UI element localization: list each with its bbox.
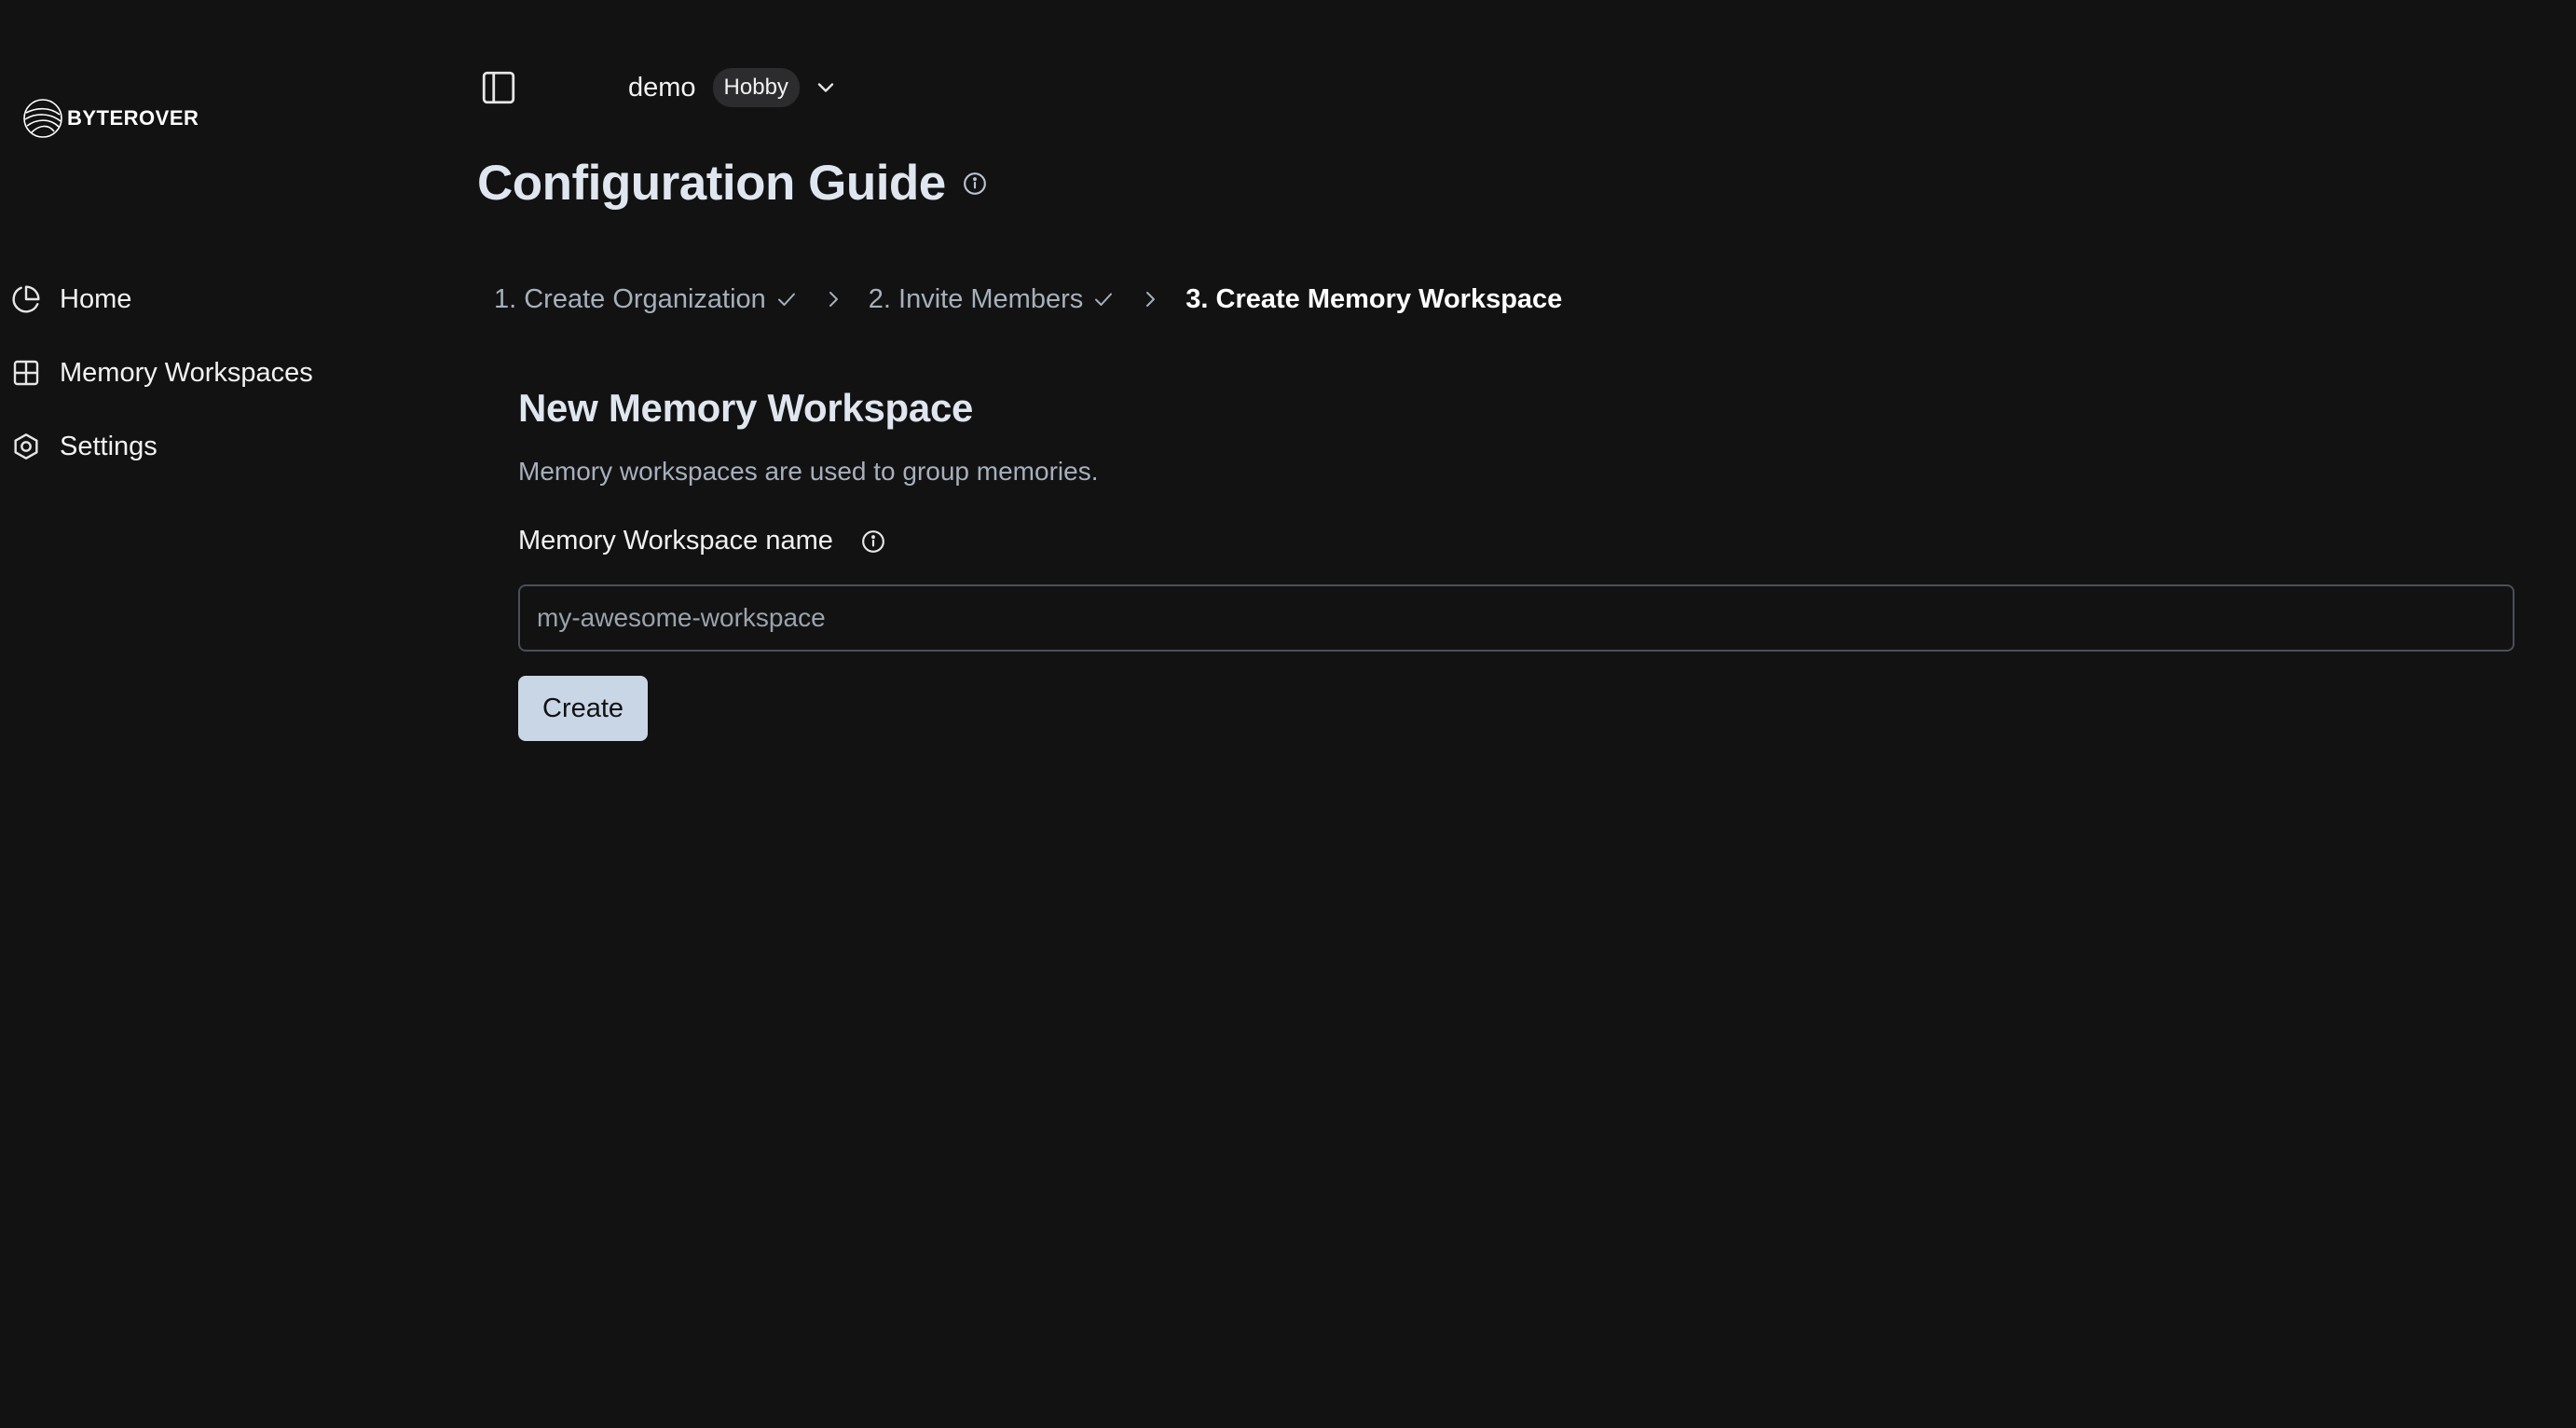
step-label: 2. Invite Members xyxy=(868,283,1084,314)
setup-stepper: 1. Create Organization 2. Invite Members… xyxy=(494,280,1562,319)
pie-chart-icon xyxy=(11,284,41,314)
sidebar-toggle-button[interactable] xyxy=(477,66,520,109)
sidebar-item-memory-workspaces[interactable]: Memory Workspaces xyxy=(11,350,313,396)
sidebar-item-settings[interactable]: Settings xyxy=(11,423,313,470)
info-icon[interactable] xyxy=(963,172,987,196)
page-title-row: Configuration Guide xyxy=(477,155,987,212)
brand-logo[interactable]: BYTEROVER xyxy=(21,96,199,141)
step-label: 1. Create Organization xyxy=(494,283,766,314)
sidebar: BYTEROVER Home Memory Workspaces Setting… xyxy=(0,0,457,1428)
sidebar-item-label: Memory Workspaces xyxy=(60,357,313,388)
sidebar-item-label: Settings xyxy=(60,431,158,461)
chevron-right-icon xyxy=(1146,292,1156,307)
globe-swirl-icon xyxy=(23,99,62,138)
grid-icon xyxy=(11,358,41,388)
workspace-name-label: Memory Workspace name xyxy=(518,526,833,556)
step-label: 3. Create Memory Workspace xyxy=(1185,283,1563,314)
page-title: Configuration Guide xyxy=(477,156,946,211)
brand-name: BYTEROVER xyxy=(67,106,199,130)
organization-name: demo xyxy=(628,72,696,103)
new-workspace-form: New Memory Workspace Memory workspaces a… xyxy=(518,386,2514,741)
app-root: BYTEROVER Home Memory Workspaces Setting… xyxy=(0,0,2576,1428)
check-icon xyxy=(777,293,795,306)
workspace-name-input[interactable] xyxy=(518,584,2514,652)
step-invite-members[interactable]: 2. Invite Members xyxy=(869,284,1115,315)
sidebar-nav: Home Memory Workspaces Settings xyxy=(11,276,313,497)
plan-badge: Hobby xyxy=(712,68,800,107)
top-bar: demo Hobby xyxy=(477,62,839,114)
info-icon[interactable] xyxy=(861,529,885,554)
step-create-memory-workspace[interactable]: 3. Create Memory Workspace xyxy=(1185,284,1562,315)
create-button[interactable]: Create xyxy=(518,676,649,741)
field-label-row: Memory Workspace name xyxy=(518,526,2514,556)
step-create-organization[interactable]: 1. Create Organization xyxy=(494,284,798,315)
chevron-right-icon xyxy=(829,292,838,307)
sidebar-item-label: Home xyxy=(60,283,132,314)
organization-switcher[interactable]: demo Hobby xyxy=(628,68,839,107)
check-icon xyxy=(1095,293,1113,306)
form-title: New Memory Workspace xyxy=(518,386,974,430)
sidebar-item-home[interactable]: Home xyxy=(11,276,313,323)
chevron-down-icon xyxy=(817,83,834,92)
gear-icon xyxy=(11,432,41,461)
form-description: Memory workspaces are used to group memo… xyxy=(518,457,1099,486)
panel-left-icon xyxy=(482,71,515,104)
